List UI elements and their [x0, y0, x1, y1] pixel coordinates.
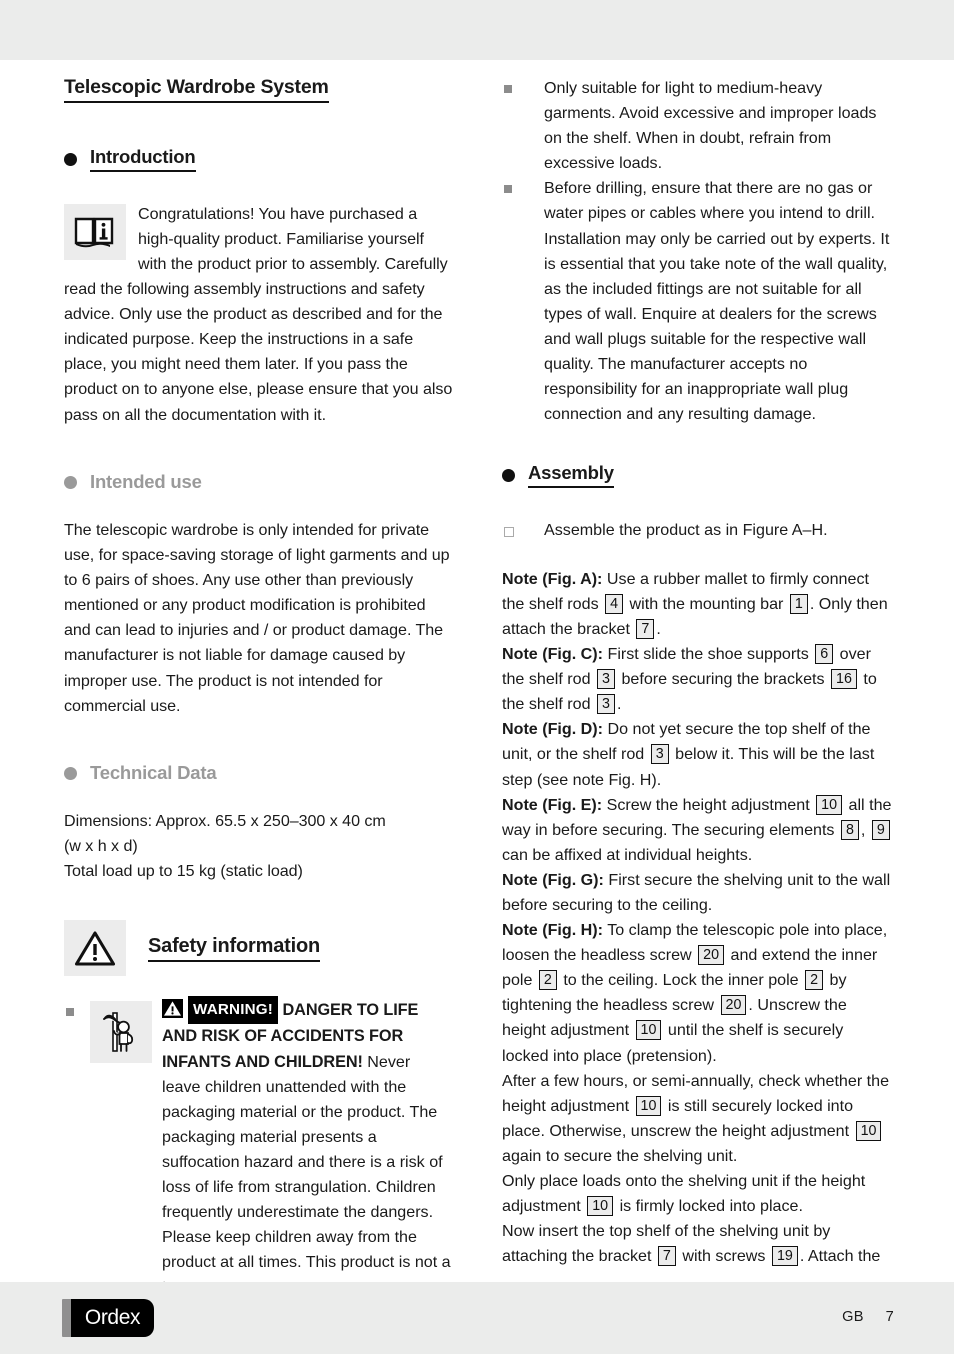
list-item: Before drilling, ensure that there are n…	[502, 176, 894, 427]
list-bullet-icon	[66, 1008, 74, 1017]
assembly-note: Note (Fig. A): Use a rubber mallet to fi…	[502, 569, 888, 639]
part-reference-number: 10	[816, 794, 843, 815]
part-reference-number: 1	[789, 593, 808, 614]
page-number: 7	[885, 1309, 894, 1325]
technical-data-line: Dimensions: Approx. 65.5 x 250–300 x 40 …	[64, 812, 386, 831]
open-book-info-icon	[64, 203, 126, 260]
right-column: Only suitable for light to medium-heavy …	[477, 76, 954, 1282]
warning-triangle-icon	[64, 920, 126, 977]
assembly-notes: Note (Fig. A): Use a rubber mallet to fi…	[502, 567, 894, 1270]
logo-plate: Ordex	[71, 1299, 154, 1337]
part-reference-number: 20	[698, 945, 725, 966]
assembly-note-label: Note (Fig. A):	[502, 569, 603, 588]
heading-introduction: Introduction	[64, 147, 453, 172]
warning-triangle-chip-icon	[162, 999, 183, 1019]
heading-assembly-label: Assembly	[528, 462, 614, 488]
part-reference-number: 2	[805, 970, 824, 991]
heading-assembly: Assembly	[502, 462, 894, 488]
assembly-note-label: Note (Fig. D):	[502, 720, 604, 739]
warning-badge: WARNING!	[188, 996, 279, 1025]
part-reference-number: 16	[831, 669, 857, 690]
child-reaching-hazard-icon	[90, 1001, 152, 1064]
part-reference-number: 6	[815, 644, 834, 665]
heading-introduction-label: Introduction	[90, 147, 196, 172]
bullet-dot-icon	[64, 153, 77, 167]
assembly-note: Now insert the top shelf of the shelving…	[502, 1222, 881, 1267]
part-reference-number: 2	[538, 970, 557, 991]
technical-data-line: Total load up to 15 kg (static load)	[64, 862, 303, 881]
part-reference-number: 19	[771, 1246, 798, 1267]
intended-use-body: The telescopic wardrobe is only intended…	[64, 520, 450, 715]
assembly-note-label: Note (Fig. H):	[502, 921, 604, 940]
part-reference-number: 7	[657, 1246, 676, 1267]
heading-technical-data-label: Technical Data	[90, 761, 217, 783]
part-reference-number: 20	[720, 995, 747, 1016]
page-footer: Ordex GB 7	[0, 1282, 954, 1354]
page-title: Telescopic Wardrobe System	[64, 76, 329, 104]
brand-logo: Ordex	[62, 1299, 154, 1337]
page-body: Telescopic Wardrobe System Introduction	[0, 60, 954, 1296]
heading-technical-data: Technical Data	[64, 761, 453, 785]
part-reference-number: 3	[597, 669, 615, 690]
two-column-layout: Telescopic Wardrobe System Introduction	[0, 76, 954, 1296]
part-reference-number: 3	[650, 744, 669, 765]
safety-warning-text: WARNING! DANGER TO LIFE AND RISK OF ACCI…	[162, 996, 453, 1300]
bullet-dot-icon	[502, 468, 515, 482]
assembly-note: Note (Fig. C): First slide the shoe supp…	[502, 644, 877, 715]
technical-data-line: (w x h x d)	[64, 837, 138, 856]
bullet-dot-icon	[64, 767, 77, 781]
part-reference-number: 10	[855, 1120, 882, 1141]
bullet-dot-icon	[64, 476, 77, 490]
page-folio: GB 7	[842, 1309, 894, 1325]
heading-safety-information-label: Safety information	[148, 935, 320, 962]
part-reference-number: 10	[635, 1020, 662, 1041]
part-reference-number: 10	[635, 1095, 662, 1116]
assembly-note: Only place loads onto the shelving unit …	[502, 1172, 866, 1217]
assembly-note-label: Note (Fig. E):	[502, 795, 603, 814]
left-column: Telescopic Wardrobe System Introduction	[0, 76, 477, 1296]
heading-intended-use-label: Intended use	[90, 470, 202, 492]
part-reference-number: 3	[597, 694, 615, 715]
assembly-note: Note (Fig. D): Do not yet secure the top…	[502, 720, 875, 789]
assembly-note-label: Note (Fig. G):	[502, 870, 604, 889]
safety-bullet-list: Only suitable for light to medium-heavy …	[502, 76, 894, 427]
safety-warning-body: Never leave children unattended with the…	[162, 1052, 451, 1297]
language-code: GB	[842, 1309, 864, 1325]
top-margin-band	[0, 0, 954, 60]
assembly-note: Note (Fig. E): Screw the height adjustme…	[502, 794, 892, 864]
assembly-note-label: Note (Fig. C):	[502, 645, 604, 664]
logo-text: Ordex	[84, 1306, 141, 1329]
assembly-note: After a few hours, or semi-annually, che…	[502, 1071, 890, 1165]
part-reference-number: 10	[587, 1196, 614, 1217]
heading-safety-information: Safety information	[64, 920, 453, 977]
safety-warning-block: WARNING! DANGER TO LIFE AND RISK OF ACCI…	[64, 996, 453, 1300]
part-reference-number: 9	[871, 819, 890, 840]
list-item: Assemble the product as in Figure A–H.	[502, 518, 894, 543]
part-reference-number: 7	[636, 618, 655, 639]
assembly-bullet-list: Assemble the product as in Figure A–H.	[502, 518, 894, 543]
assembly-note: Note (Fig. H): To clamp the telescopic p…	[502, 921, 888, 1065]
part-reference-number: 4	[605, 593, 624, 614]
heading-intended-use: Intended use	[64, 470, 453, 494]
logo-accent-bar	[62, 1299, 71, 1337]
list-item: Only suitable for light to medium-heavy …	[502, 76, 894, 176]
assembly-note: Note (Fig. G): First secure the shelving…	[502, 870, 891, 914]
part-reference-number: 8	[840, 819, 859, 840]
introduction-block: Congratulations! You have purchased a hi…	[64, 202, 453, 428]
